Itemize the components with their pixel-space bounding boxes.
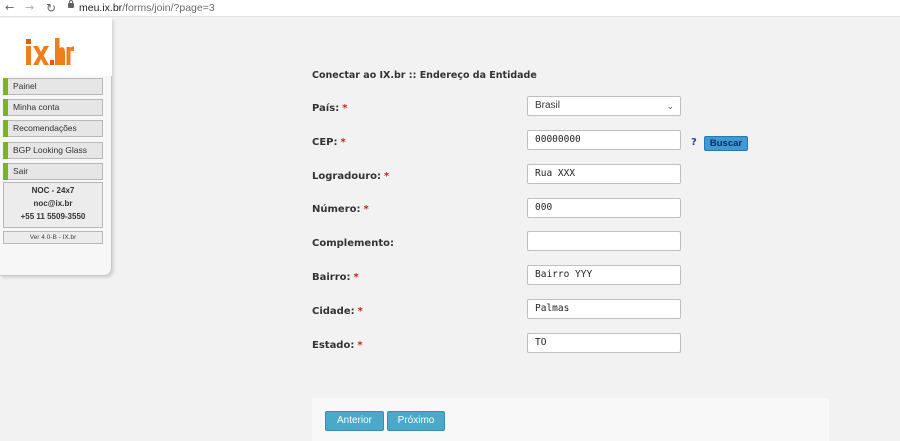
forward-arrow-icon[interactable]: → <box>25 1 34 15</box>
pais-selected-value: Brasil <box>535 100 561 111</box>
pais-select[interactable]: Brasil ⌄ <box>527 96 681 116</box>
logradouro-label: Logradouro: * <box>312 171 389 182</box>
cep-input[interactable]: 00000000 <box>527 130 681 150</box>
cidade-label-text: Cidade: <box>312 306 355 317</box>
menu-item-minha-conta[interactable]: Minha conta <box>3 99 103 116</box>
estado-input[interactable]: TO <box>527 333 681 353</box>
browser-toolbar: ← → ↻ meu.ix.br/forms/join/?page=3 <box>0 0 900 17</box>
noc-title: NOC - 24x7 <box>31 186 75 195</box>
reload-icon[interactable]: ↻ <box>46 1 56 15</box>
pais-label: País: * <box>312 103 347 114</box>
bairro-label: Bairro: * <box>312 272 359 283</box>
ixbr-logo[interactable] <box>24 36 74 68</box>
logradouro-label-text: Logradouro: <box>312 171 382 182</box>
required-marker: * <box>342 103 348 114</box>
buscar-button[interactable]: Buscar <box>704 136 748 151</box>
proximo-button[interactable]: Próximo <box>387 411 445 431</box>
estado-label-text: Estado: <box>312 340 355 351</box>
numero-input[interactable]: 000 <box>527 198 681 218</box>
chevron-down-icon: ⌄ <box>666 101 674 111</box>
required-marker: * <box>353 272 359 283</box>
complemento-input[interactable] <box>527 231 681 251</box>
noc-phone: +55 11 5509-3550 <box>20 212 86 221</box>
numero-label: Número: * <box>312 204 369 215</box>
pais-label-text: País: <box>312 103 340 114</box>
complemento-label: Complemento: <box>312 238 394 249</box>
required-marker: * <box>363 204 369 215</box>
required-marker: * <box>340 137 346 148</box>
noc-contact-box: NOC - 24x7 noc@ix.br +55 11 5509-3550 <box>3 182 103 228</box>
estado-label: Estado: * <box>312 340 363 351</box>
required-marker: * <box>357 306 363 317</box>
anterior-button[interactable]: Anterior <box>325 411 384 431</box>
version-label: Ver 4.0-B - IX.br <box>3 231 103 244</box>
url-path: /forms/join/?page=3 <box>122 2 215 14</box>
url-host: meu.ix.br <box>79 2 123 14</box>
cep-label-text: CEP: <box>312 137 338 148</box>
numero-label-text: Número: <box>312 204 361 215</box>
complemento-label-text: Complemento: <box>312 238 394 249</box>
back-arrow-icon[interactable]: ← <box>5 1 14 15</box>
address-bar[interactable]: meu.ix.br/forms/join/?page=3 <box>79 1 215 15</box>
sidebar: Painel Minha conta Recomendações BGP Loo… <box>0 18 112 276</box>
menu-item-bgp-looking-glass[interactable]: BGP Looking Glass <box>3 142 103 159</box>
cidade-input[interactable]: Palmas <box>527 299 681 319</box>
form-actions-bar: Anterior Próximo <box>312 398 829 441</box>
cep-help-icon[interactable]: ? <box>691 137 697 148</box>
bairro-label-text: Bairro: <box>312 272 351 283</box>
bairro-input[interactable]: Bairro YYY <box>527 265 681 285</box>
cidade-label: Cidade: * <box>312 306 363 317</box>
logo-area <box>0 18 112 76</box>
logradouro-input[interactable]: Rua XXX <box>527 164 681 184</box>
noc-email: noc@ix.br <box>33 199 73 208</box>
required-marker: * <box>384 171 390 182</box>
lock-icon[interactable] <box>68 0 74 8</box>
cep-label: CEP: * <box>312 137 346 148</box>
menu-item-painel[interactable]: Painel <box>3 78 103 95</box>
menu-item-sair[interactable]: Sair <box>3 163 103 180</box>
menu-item-recomendacoes[interactable]: Recomendações <box>3 120 103 137</box>
page-title: Conectar ao IX.br :: Endereço da Entidad… <box>312 70 537 81</box>
required-marker: * <box>357 340 363 351</box>
